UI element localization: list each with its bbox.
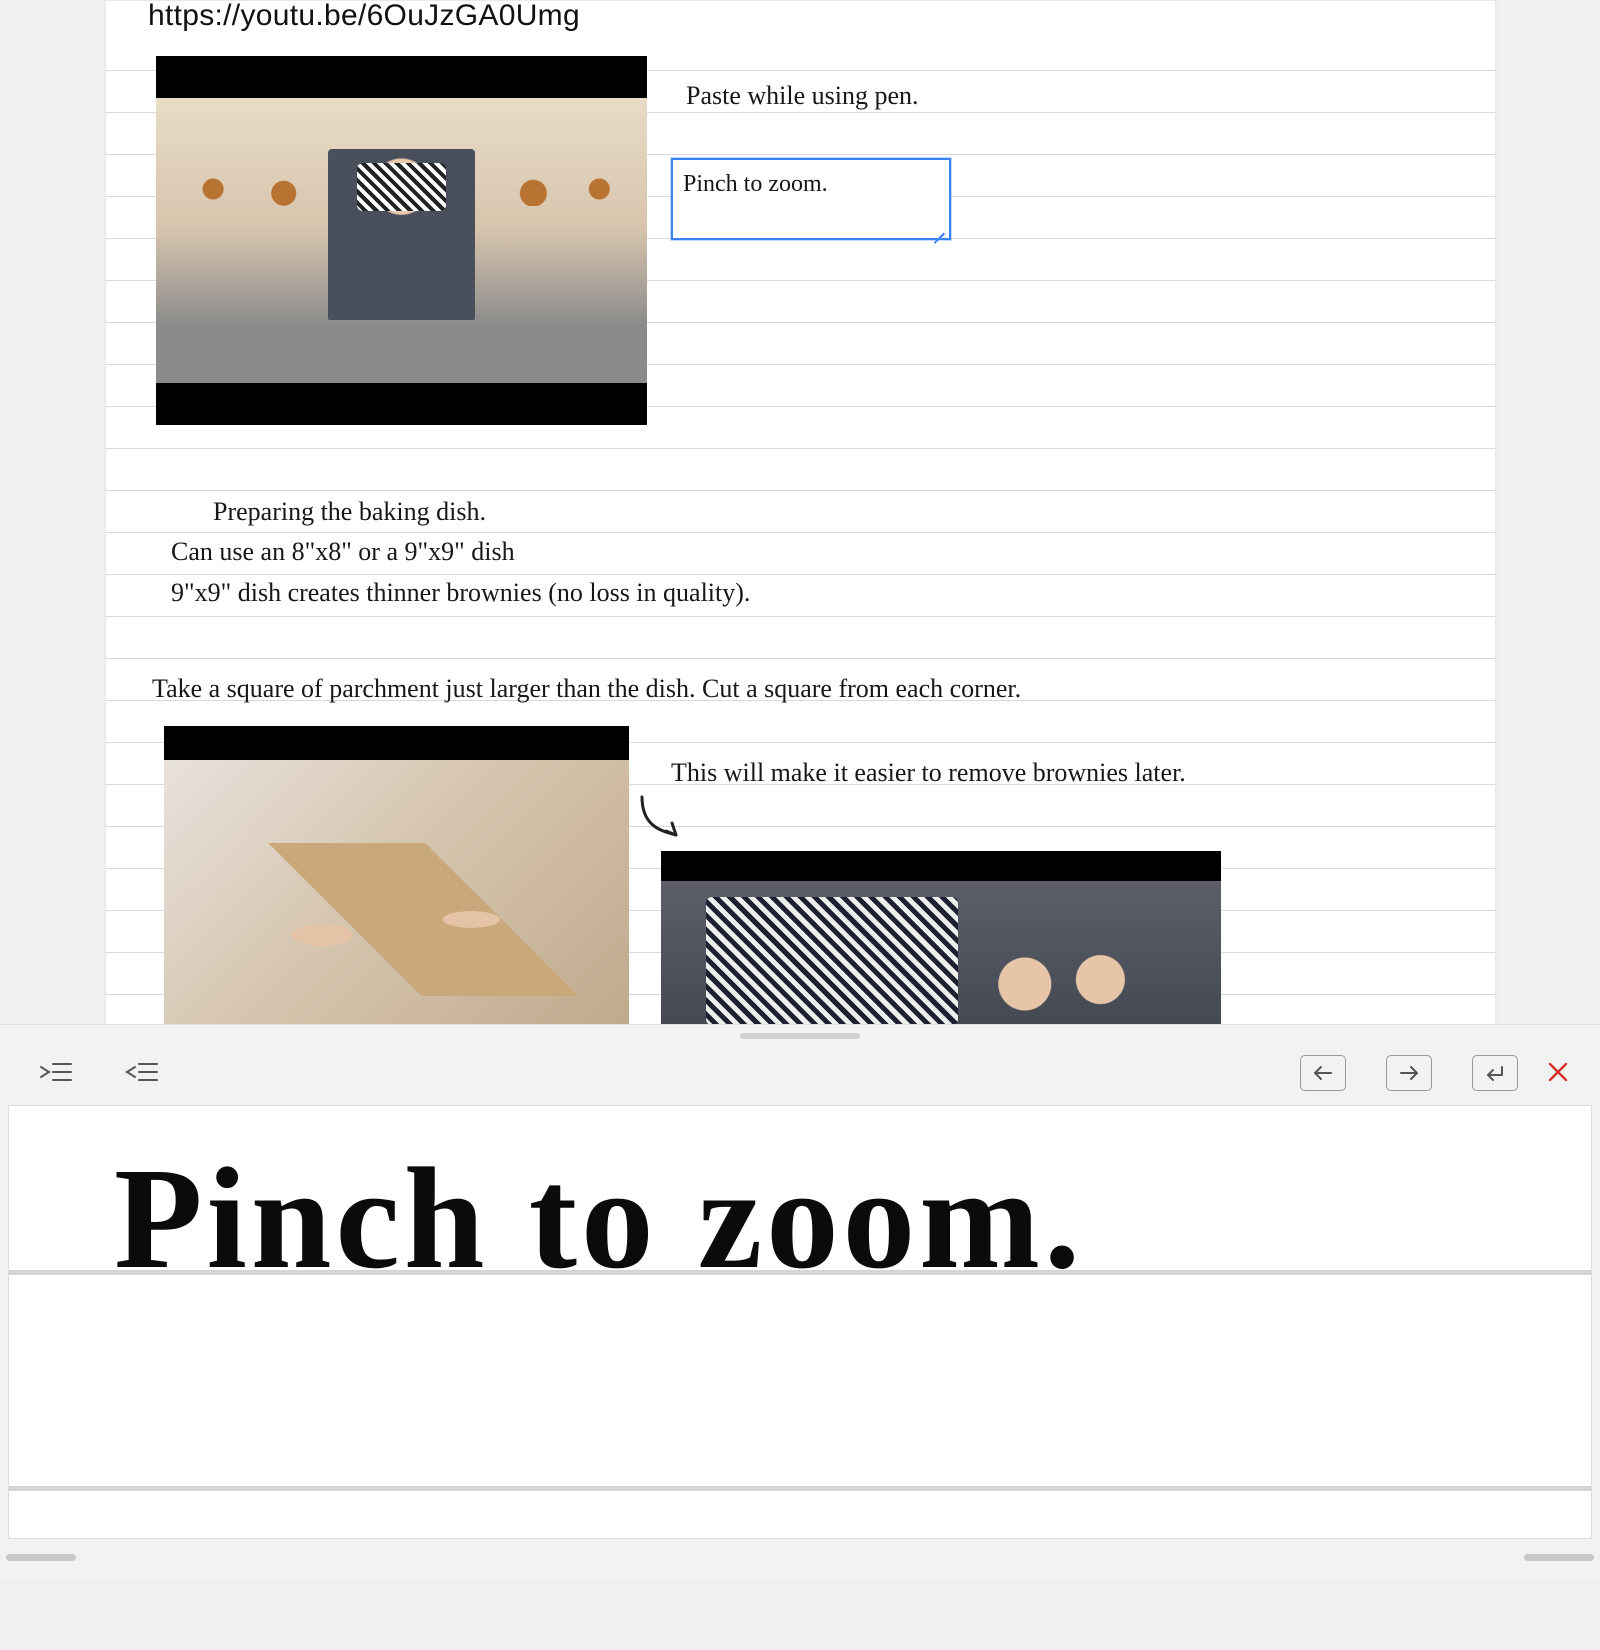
textbox-content: Pinch to zoom. bbox=[683, 171, 828, 197]
return-button[interactable] bbox=[1472, 1055, 1518, 1091]
scroll-indicator-right bbox=[1524, 1554, 1594, 1561]
prep-heading: Preparing the baking dish. bbox=[213, 492, 750, 532]
video-thumbnail-pan[interactable] bbox=[661, 851, 1221, 1041]
indent-left-button[interactable] bbox=[120, 1055, 164, 1089]
hands-cutting-graphic bbox=[211, 843, 583, 996]
scroll-indicator-left bbox=[6, 1554, 76, 1561]
indent-right-icon bbox=[39, 1059, 73, 1085]
prep-line-1: Can use an 8"x8" or a 9"x9" dish bbox=[171, 532, 750, 572]
video-thumbnail-parchment[interactable] bbox=[164, 726, 629, 1038]
resize-handle-icon[interactable] bbox=[929, 218, 947, 236]
handwriting-preview: Pinch to zoom. bbox=[114, 1136, 1084, 1302]
zoom-writing-panel: Pinch to zoom. bbox=[0, 1024, 1600, 1579]
drag-handle-icon[interactable] bbox=[740, 1033, 860, 1039]
chef-figure bbox=[328, 149, 475, 320]
video-frame bbox=[164, 760, 629, 1038]
apron-graphic bbox=[706, 897, 958, 1025]
page-url: https://youtu.be/6OuJzGA0Umg bbox=[148, 0, 580, 33]
indent-left-icon bbox=[125, 1059, 159, 1085]
indent-right-button[interactable] bbox=[34, 1055, 78, 1089]
handwriting-input-surface[interactable]: Pinch to zoom. bbox=[8, 1105, 1592, 1539]
previous-button[interactable] bbox=[1300, 1055, 1346, 1091]
close-button[interactable] bbox=[1536, 1055, 1580, 1089]
parchment-line: Take a square of parchment just larger t… bbox=[152, 669, 1021, 709]
arrow-left-icon bbox=[1312, 1063, 1334, 1083]
remove-annotation: This will make it easier to remove brown… bbox=[671, 753, 1186, 793]
active-text-box[interactable]: Pinch to zoom. bbox=[671, 158, 951, 240]
hands-pan-graphic bbox=[924, 940, 1176, 1028]
note-page[interactable]: https://youtu.be/6OuJzGA0Umg Paste while… bbox=[105, 0, 1496, 1026]
video-thumbnail-intro[interactable] bbox=[156, 56, 647, 425]
arrow-right-icon bbox=[1398, 1063, 1420, 1083]
close-icon bbox=[1545, 1059, 1571, 1085]
return-icon bbox=[1484, 1063, 1506, 1083]
arrow-icon bbox=[634, 791, 694, 851]
note-paste-while-pen: Paste while using pen. bbox=[686, 76, 919, 116]
prep-line-2: 9"x9" dish creates thinner brownies (no … bbox=[171, 573, 750, 613]
next-button[interactable] bbox=[1386, 1055, 1432, 1091]
video-frame bbox=[661, 881, 1221, 1041]
guide-line bbox=[9, 1486, 1591, 1491]
zoom-panel-toolbar bbox=[0, 1047, 1600, 1097]
video-frame bbox=[156, 98, 647, 383]
prep-paragraph: Preparing the baking dish. Can use an 8"… bbox=[171, 492, 750, 613]
